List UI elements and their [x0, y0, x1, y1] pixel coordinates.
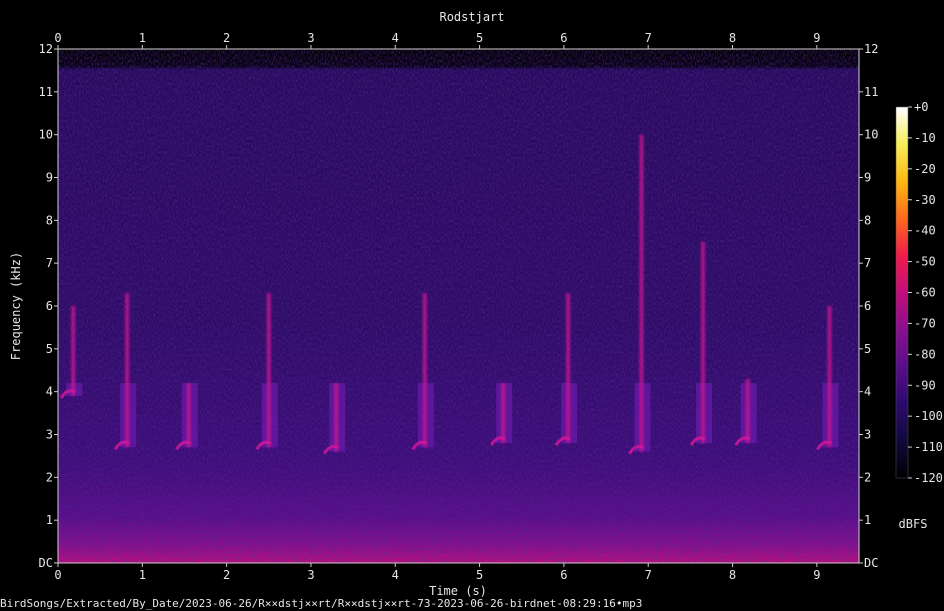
x-tick-label-bottom: 1 [139, 568, 146, 582]
y-tick-label-left: 7 [46, 256, 53, 270]
y-tick-label-left: 6 [46, 299, 53, 313]
colorbar-tick-label: -110 [914, 440, 943, 454]
syllable-sweep [701, 241, 706, 444]
y-tick-label-left: DC [39, 556, 53, 570]
y-tick-label-left: 12 [39, 42, 53, 56]
y-tick-label-right: 7 [864, 256, 871, 270]
syllable-sweep [827, 306, 832, 448]
y-tick-label-right: 12 [864, 42, 878, 56]
y-tick-label-left: 5 [46, 342, 53, 356]
colorbar-tick-label: -60 [914, 286, 936, 300]
y-tick-label-left: 2 [46, 470, 53, 484]
colorbar-label: dBFS [899, 517, 928, 531]
y-tick-label-right: 4 [864, 385, 871, 399]
x-tick-label-top: 3 [307, 31, 314, 45]
x-tick-label-top: 5 [476, 31, 483, 45]
colorbar-tick-label: -30 [914, 193, 936, 207]
y-tick-label-left: 1 [46, 513, 53, 527]
syllable-sweep [334, 383, 339, 452]
y-tick-label-right: 2 [864, 470, 871, 484]
syllable-sweep [566, 293, 571, 444]
y-tick-label-right: 1 [864, 513, 871, 527]
y-tick-label-left: 10 [39, 128, 53, 142]
syllable-sweep [71, 306, 76, 396]
colorbar [895, 106, 909, 479]
x-tick-label-bottom: 5 [476, 568, 483, 582]
x-tick-label-bottom: 7 [645, 568, 652, 582]
colorbar-tick-label: -120 [914, 471, 943, 485]
colorbar-tick-label: -50 [914, 255, 936, 269]
spectrogram-figure: Rodstjart 00112233445566778899 DC DC1 12 23… [9, 10, 943, 598]
file-path-caption: BirdSongs/Extracted/By_Date/2023-06-26/R… [0, 597, 643, 610]
y-tick-label-right: DC [864, 556, 878, 570]
y-tick-label-right: 11 [864, 85, 878, 99]
spectrogram-noise [58, 49, 859, 563]
syllable-sweep [186, 383, 191, 448]
x-tick-label-top: 2 [223, 31, 230, 45]
x-axis-label: Time (s) [429, 584, 487, 598]
y-tick-label-right: 9 [864, 171, 871, 185]
x-tick-label-top: 6 [560, 31, 567, 45]
colorbar-ticks: +0 -10 -20 -30 -40 -50 -60 -70 -80 -90 -100 -110 -12… [908, 100, 943, 485]
colorbar-tick-label: -40 [914, 224, 936, 238]
colorbar-tick-label: -70 [914, 316, 936, 330]
y-tick-label-right: 3 [864, 428, 871, 442]
x-tick-label-bottom: 4 [392, 568, 399, 582]
y-tick-label-left: 8 [46, 213, 53, 227]
colorbar-tick-label: -100 [914, 409, 943, 423]
colorbar-tick-label: +0 [914, 100, 928, 114]
syllable-sweep [745, 378, 750, 444]
y-tick-label-right: 10 [864, 128, 878, 142]
x-tick-label-bottom: 6 [560, 568, 567, 582]
syllable-sweep [125, 293, 130, 448]
x-tick-label-bottom: 3 [307, 568, 314, 582]
x-tick-label-bottom: 2 [223, 568, 230, 582]
syllable-sweep [639, 134, 644, 452]
x-tick-label-top: 9 [813, 31, 820, 45]
colorbar-tick-label: -80 [914, 347, 936, 361]
y-tick-label-right: 6 [864, 299, 871, 313]
syllable-sweep [266, 293, 271, 448]
syllable-sweep [501, 383, 506, 444]
x-tick-label-bottom: 0 [54, 568, 61, 582]
x-tick-label-top: 8 [729, 31, 736, 45]
y-tick-label-left: 3 [46, 428, 53, 442]
colorbar-tick-label: -10 [914, 131, 936, 145]
chart-title: Rodstjart [439, 10, 504, 24]
y-tick-label-right: 5 [864, 342, 871, 356]
x-tick-label-top: 0 [54, 31, 61, 45]
y-tick-label-left: 11 [39, 85, 53, 99]
x-tick-label-bottom: 8 [729, 568, 736, 582]
y-tick-label-left: 4 [46, 385, 53, 399]
y-axis-label: Frequency (kHz) [9, 252, 23, 360]
x-tick-label-top: 4 [392, 31, 399, 45]
x-tick-label-top: 1 [139, 31, 146, 45]
x-tick-label-top: 7 [645, 31, 652, 45]
colorbar-tick-label: -90 [914, 378, 936, 392]
y-tick-label-left: 9 [46, 171, 53, 185]
colorbar-tick-label: -20 [914, 162, 936, 176]
y-tick-label-right: 8 [864, 213, 871, 227]
x-tick-label-bottom: 9 [813, 568, 820, 582]
syllable-sweep [422, 293, 427, 448]
